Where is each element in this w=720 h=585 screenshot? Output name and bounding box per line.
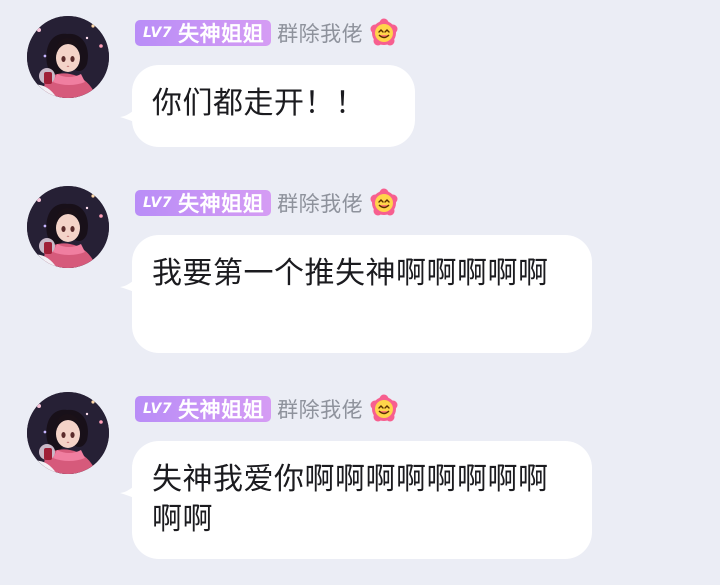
- group-title-badge: LV7 失神姐姐: [135, 396, 272, 422]
- flower-face-icon: [369, 187, 399, 218]
- avatar[interactable]: [27, 392, 109, 474]
- message-bubble[interactable]: 失神我爱你啊啊啊啊啊啊啊啊啊啊: [132, 441, 592, 559]
- sender-name-row: LV7 失神姐姐 群除我佬: [135, 393, 399, 424]
- flower-face-icon: [369, 17, 399, 48]
- level-label: LV7: [143, 195, 173, 211]
- flower-face-icon: [369, 393, 399, 424]
- message-bubble[interactable]: 我要第一个推失神啊啊啊啊啊: [132, 235, 592, 353]
- sender-name-row: LV7 失神姐姐 群除我佬: [135, 187, 399, 218]
- message-text: 我要第一个推失神啊啊啊啊啊: [152, 256, 549, 291]
- message-text: 失神我爱你啊啊啊啊啊啊啊啊啊啊: [152, 462, 549, 537]
- message-bubble[interactable]: 你们都走开！！: [132, 65, 415, 147]
- group-title-badge: LV7 失神姐姐: [135, 20, 272, 46]
- group-title: 失神姐姐: [178, 22, 265, 46]
- group-title-badge: LV7 失神姐姐: [135, 190, 272, 216]
- level-label: LV7: [143, 401, 173, 417]
- group-title: 失神姐姐: [178, 192, 265, 216]
- sender-nickname[interactable]: 群除我佬: [277, 188, 363, 218]
- avatar[interactable]: [27, 16, 109, 98]
- sender-name-row: LV7 失神姐姐 群除我佬: [135, 17, 399, 48]
- sender-nickname[interactable]: 群除我佬: [277, 394, 363, 424]
- group-title: 失神姐姐: [178, 398, 265, 422]
- level-label: LV7: [143, 25, 173, 41]
- message-text: 你们都走开！！: [152, 86, 366, 121]
- avatar[interactable]: [27, 186, 109, 268]
- sender-nickname[interactable]: 群除我佬: [277, 18, 363, 48]
